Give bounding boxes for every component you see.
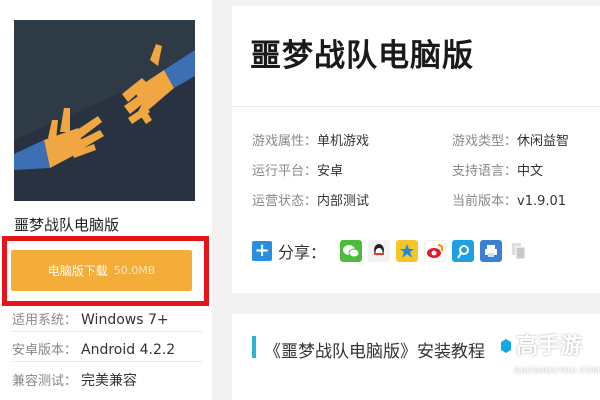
app-cover-image[interactable] — [14, 20, 195, 201]
qq-icon[interactable] — [368, 240, 391, 262]
spec-value: 完美兼容 — [81, 373, 138, 389]
attr-property: 游戏属性：单机游戏 — [252, 130, 369, 149]
attr-label: 当前版本： — [452, 194, 518, 209]
site-watermark: 高手游 GAOSHOUYOU.COM — [496, 326, 600, 384]
attr-version: 当前版本：v1.9.01 — [452, 190, 566, 209]
attr-language: 支持语言：中文 — [452, 160, 543, 179]
spec-label: 兼容测试： — [12, 374, 78, 389]
wechat-icon[interactable] — [340, 240, 363, 262]
attr-label: 支持语言： — [452, 164, 518, 179]
attr-value: 单机游戏 — [317, 134, 370, 149]
qzone-icon[interactable] — [396, 240, 419, 262]
spec-label: 安卓版本： — [12, 343, 78, 358]
attr-value: 安卓 — [317, 164, 344, 179]
spec-compat: 兼容测试： 完美兼容 — [12, 370, 137, 390]
attr-value: 中文 — [517, 164, 544, 179]
spec-os: 适用系统： Windows 7+ — [12, 309, 169, 328]
download-label: 电脑版下载 — [47, 264, 108, 278]
divider — [12, 331, 202, 332]
attr-value: 内部测试 — [317, 194, 370, 209]
spec-label: 适用系统： — [12, 313, 78, 328]
attr-platform: 运行平台：安卓 — [252, 160, 343, 179]
tencent-weibo-icon[interactable] — [452, 240, 475, 262]
copy-icon[interactable] — [508, 240, 531, 262]
spec-android: 安卓版本： Android 4.2.2 — [12, 339, 175, 358]
pc-download-button[interactable]: 电脑版下载 50.0MB — [11, 250, 192, 291]
attr-label: 运行平台： — [252, 164, 318, 179]
watermark-logo-icon — [496, 334, 516, 358]
attr-label: 游戏属性： — [252, 134, 318, 149]
watermark-url: GAOSHOUYOU.COM — [514, 366, 600, 375]
divider — [12, 361, 202, 362]
attr-value: 休闲益智 — [517, 134, 570, 149]
attr-label: 运营状态： — [252, 194, 318, 209]
share-label: 分享： — [278, 243, 327, 262]
accent-bar — [252, 336, 256, 358]
watermark-text: 高手游 — [516, 334, 583, 359]
attr-status: 运营状态：内部测试 — [252, 190, 369, 209]
tutorial-title[interactable]: 《噩梦战队电脑版》安装教程 — [264, 337, 485, 362]
print-icon[interactable] — [480, 240, 503, 262]
attr-value: v1.9.01 — [517, 194, 567, 209]
spec-value: Windows 7+ — [81, 312, 169, 328]
spec-value: Android 4.2.2 — [81, 342, 176, 358]
weibo-icon[interactable] — [424, 240, 447, 262]
download-size: 50.0MB — [113, 264, 156, 277]
attr-label: 游戏类型： — [452, 134, 518, 149]
plus-icon[interactable]: + — [252, 241, 272, 261]
app-name: 噩梦战队电脑版 — [14, 216, 120, 234]
share-bar: + 分享： — [252, 238, 531, 264]
divider — [232, 106, 600, 107]
attr-genre: 游戏类型：休闲益智 — [452, 130, 569, 149]
game-detail-card: 噩梦战队电脑版 游戏属性：单机游戏 游戏类型：休闲益智 运行平台：安卓 支持语言… — [232, 6, 600, 293]
app-summary-card: 噩梦战队电脑版 电脑版下载 50.0MB 适用系统： Windows 7+ 安卓版… — [0, 0, 212, 400]
page-title: 噩梦战队电脑版 — [250, 38, 474, 74]
